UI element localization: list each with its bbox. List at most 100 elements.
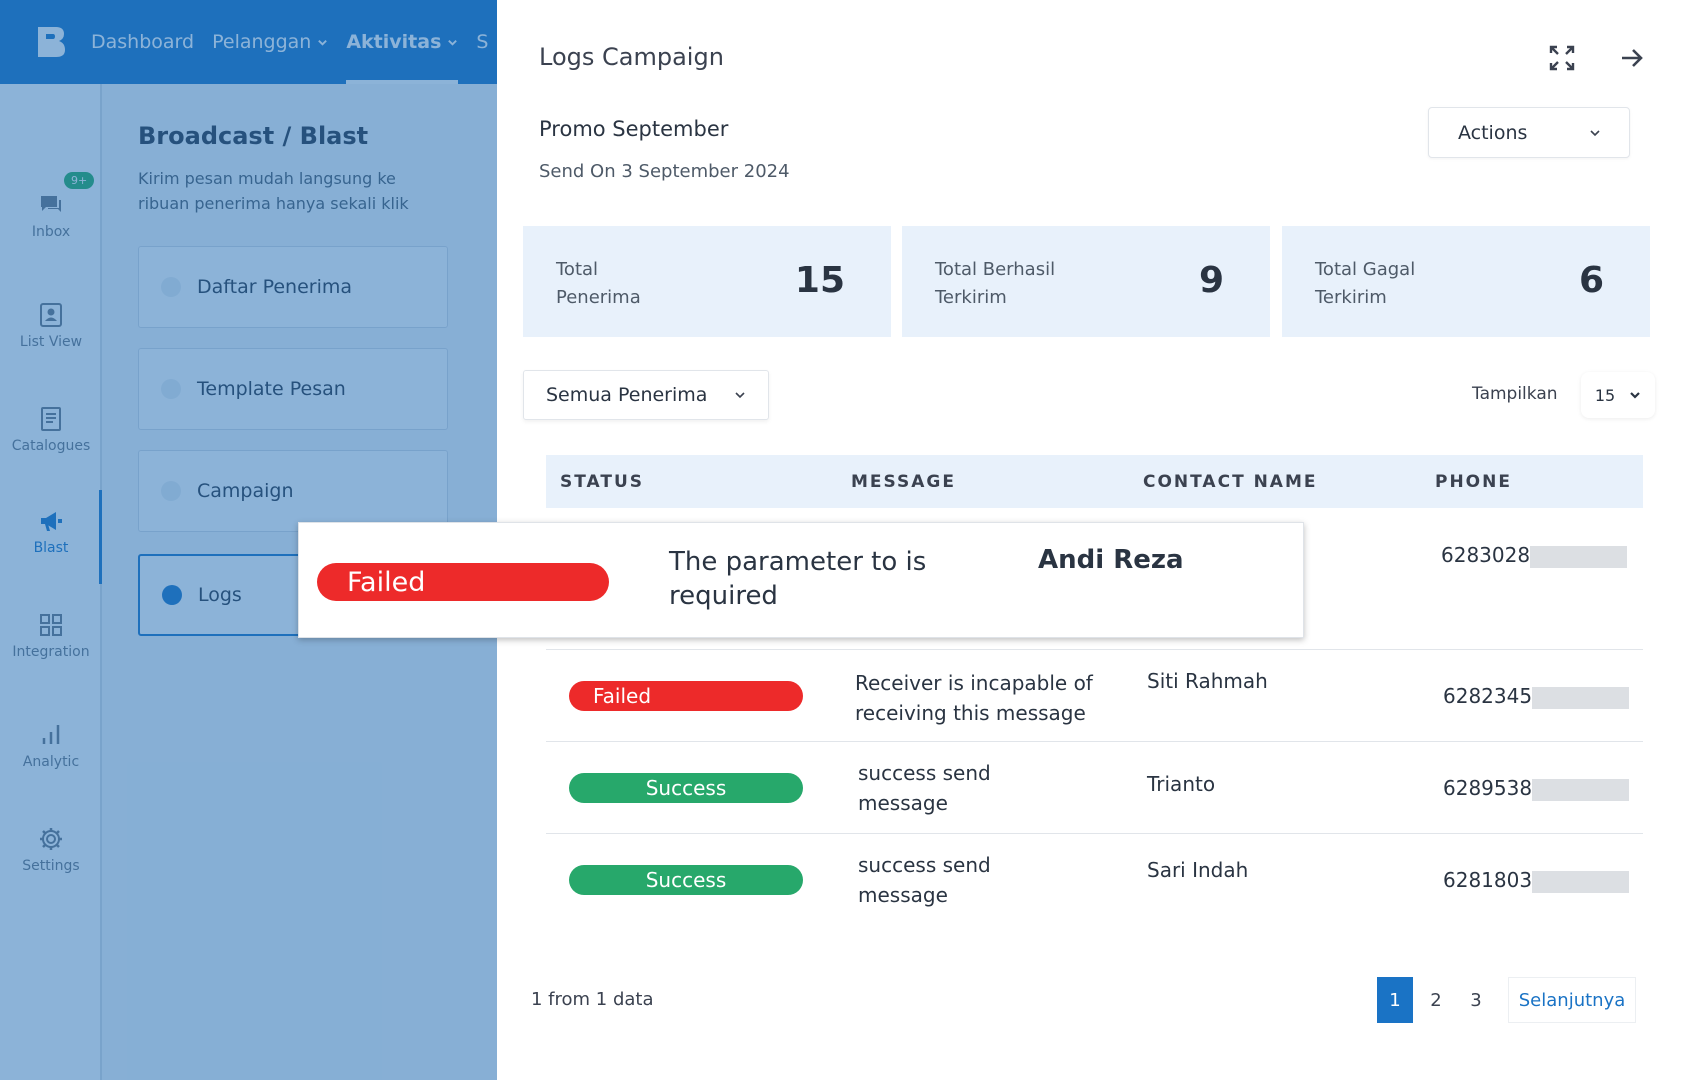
phone-cell: 6289538	[1443, 773, 1630, 803]
redacted-block	[1532, 778, 1630, 801]
phone-number: 6289538	[1443, 776, 1533, 800]
brand-logo[interactable]	[36, 25, 66, 59]
column-header-contact-name: CONTACT NAME	[1143, 472, 1318, 492]
menu-campaign[interactable]: Campaign	[138, 450, 448, 532]
stat-label-line1: Total Berhasil	[935, 259, 1056, 280]
arrow-right-icon	[1622, 49, 1643, 67]
step-dot	[162, 585, 182, 605]
message-cell: The parameter to is required	[669, 547, 927, 611]
redacted-block	[1532, 686, 1630, 709]
inbox-badge: 9+	[64, 172, 95, 189]
phone-cell: 6282345	[1443, 681, 1630, 711]
stat-label-line2: Terkirim	[935, 287, 1007, 308]
redacted-block	[1530, 545, 1628, 568]
table-row[interactable]: Success success send message Sari Indah …	[546, 834, 1643, 926]
stat-value: 6	[1578, 260, 1604, 301]
stat-label-line1: Total Gagal	[1315, 259, 1416, 280]
nav-s[interactable]: S	[476, 0, 488, 84]
expand-icon	[1549, 45, 1575, 71]
stat-label: Total Gagal Terkirim	[1315, 256, 1415, 312]
sidebar-item-catalogues[interactable]: Catalogues	[0, 406, 102, 454]
stat-total-berhasil: Total Berhasil Terkirim 9	[902, 226, 1270, 337]
nav-aktivitas-label: Aktivitas	[346, 31, 442, 53]
column-header-status: STATUS	[560, 472, 645, 492]
step-dot	[161, 481, 181, 501]
contact-name-cell: Trianto	[1147, 772, 1216, 796]
chevron-down-icon	[318, 39, 328, 46]
column-header-message: MESSAGE	[851, 472, 956, 492]
stat-label: Total Berhasil Terkirim	[935, 256, 1055, 312]
gear-icon	[40, 828, 62, 850]
table-header: STATUS MESSAGE CONTACT NAME PHONE	[546, 455, 1643, 508]
per-page-select[interactable]: 15	[1581, 372, 1655, 418]
menu-label: Logs	[198, 584, 242, 606]
menu-daftar-penerima[interactable]: Daftar Penerima	[138, 246, 448, 328]
campaign-name: Promo September	[539, 117, 729, 141]
phone-number: 6281803	[1443, 868, 1533, 892]
sidebar-item-settings[interactable]: Settings	[0, 826, 102, 874]
menu-label: Campaign	[197, 480, 294, 502]
step-dot	[161, 379, 181, 399]
close-drawer-button[interactable]	[1615, 41, 1649, 75]
status-badge: Success	[569, 865, 803, 895]
sidebar-item-integration[interactable]: Integration	[0, 612, 102, 660]
sidebar-item-list-view[interactable]: List View	[0, 302, 102, 350]
phone-cell: 6281803	[1443, 865, 1630, 895]
actions-label: Actions	[1458, 121, 1528, 144]
campaign-send-date: Send On 3 September 2024	[539, 161, 790, 182]
contact-card-icon	[40, 303, 62, 327]
status-badge: Failed	[317, 563, 609, 601]
stat-label-line2: Terkirim	[1315, 287, 1387, 308]
contact-name-cell: Sari Indah	[1147, 858, 1249, 882]
message-cell: success send message	[858, 853, 991, 907]
sidebar-item-label: Catalogues	[11, 438, 91, 454]
nav-aktivitas[interactable]: Aktivitas	[346, 0, 459, 84]
actions-dropdown[interactable]: Actions	[1428, 107, 1630, 158]
stat-label-line1: Total	[556, 259, 599, 280]
highlighted-row-card[interactable]: Failed The parameter to is required Andi…	[298, 522, 1304, 638]
bar-chart-icon	[42, 725, 60, 744]
phone-number: 6282345	[1443, 684, 1533, 708]
grid-icon	[40, 614, 62, 636]
stat-value: 15	[794, 260, 845, 301]
sidebar-item-label: Analytic	[22, 754, 80, 770]
sidebar-item-inbox[interactable]: 9+ Inbox	[0, 172, 102, 240]
contact-name-cell: Andi Reza	[1038, 545, 1184, 575]
sidebar-item-label: Settings	[22, 858, 80, 874]
page-button-1[interactable]: 1	[1377, 977, 1413, 1023]
phone-cell: 6283028	[1441, 540, 1628, 570]
status-badge: Success	[569, 773, 803, 803]
contact-name-cell: Siti Rahmah	[1147, 669, 1268, 693]
sidebar-item-label: Integration	[12, 644, 90, 660]
nav-pelanggan[interactable]: Pelanggan	[212, 0, 328, 84]
column-header-phone: PHONE	[1435, 472, 1512, 492]
sidebar: 9+ Inbox List View Catalogues Blast Inte…	[0, 84, 102, 1080]
stat-value: 9	[1198, 260, 1224, 301]
next-page-button[interactable]: Selanjutnya	[1508, 977, 1636, 1023]
phone-number: 6283028	[1441, 543, 1531, 567]
step-dot	[161, 277, 181, 297]
nav-dashboard[interactable]: Dashboard	[91, 0, 194, 84]
drawer-title: Logs Campaign	[539, 43, 724, 71]
panel-title: Broadcast / Blast	[138, 122, 369, 150]
nav-s-label: S	[476, 31, 489, 53]
menu-template-pesan[interactable]: Template Pesan	[138, 348, 448, 430]
panel-description: Kirim pesan mudah langsung ke ribuan pen…	[138, 169, 409, 213]
page-button-2[interactable]: 2	[1416, 977, 1456, 1023]
sidebar-item-label: Blast	[33, 540, 69, 556]
table-row[interactable]: Success success send message Trianto 628…	[546, 742, 1643, 834]
expand-button[interactable]	[1545, 41, 1579, 75]
chevron-down-icon	[1630, 392, 1640, 399]
page-button-3[interactable]: 3	[1456, 977, 1496, 1023]
sidebar-item-label: Inbox	[31, 224, 71, 240]
stat-total-gagal: Total Gagal Terkirim 6	[1282, 226, 1650, 337]
redacted-block	[1532, 870, 1630, 893]
chat-icon	[41, 196, 61, 212]
sidebar-item-blast[interactable]: Blast	[0, 508, 102, 556]
table-row[interactable]: Failed Receiver is incapable of receivin…	[546, 650, 1643, 742]
per-page-label: Tampilkan	[1472, 384, 1558, 404]
sidebar-item-analytic[interactable]: Analytic	[0, 722, 102, 770]
recipient-filter-dropdown[interactable]: Semua Penerima	[523, 370, 769, 420]
filter-label: Semua Penerima	[546, 384, 708, 406]
nav-dashboard-label: Dashboard	[91, 31, 195, 53]
